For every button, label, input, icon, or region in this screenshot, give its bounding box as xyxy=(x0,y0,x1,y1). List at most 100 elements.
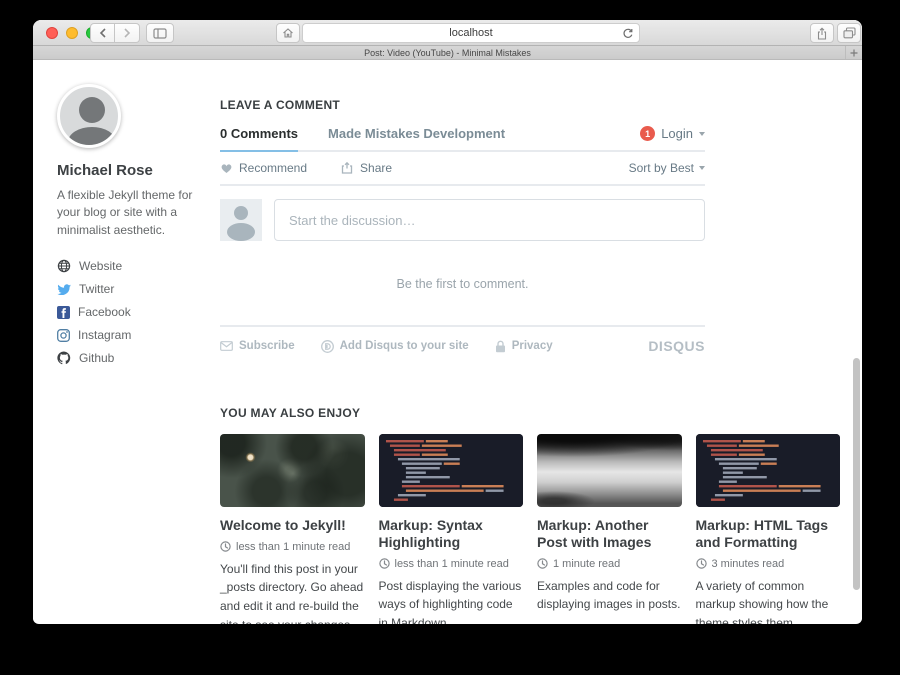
instagram-icon xyxy=(57,329,70,342)
disqus-footer: Subscribe Add Disqus to your site xyxy=(220,325,705,354)
recommend-button[interactable]: Recommend xyxy=(220,161,307,175)
privacy-link[interactable]: Privacy xyxy=(495,340,553,353)
home-icon xyxy=(282,27,294,39)
post-title[interactable]: Markup: HTML Tags and Formatting xyxy=(696,517,841,551)
post-thumbnail-code xyxy=(696,434,841,507)
clock-icon xyxy=(696,558,707,569)
comments-heading: LEAVE A COMMENT xyxy=(220,98,705,112)
add-disqus-link[interactable]: Add Disqus to your site xyxy=(321,340,469,353)
author-link-facebook[interactable]: Facebook xyxy=(57,305,213,319)
read-time: less than 1 minute read xyxy=(236,541,350,553)
author-avatar xyxy=(57,84,121,148)
author-link-label: Github xyxy=(79,351,114,365)
login-label: Login xyxy=(661,126,693,141)
author-link-label: Instagram xyxy=(78,328,131,342)
refresh-button[interactable] xyxy=(622,27,634,45)
read-time: less than 1 minute read xyxy=(395,558,509,570)
subscribe-label: Subscribe xyxy=(239,340,295,352)
author-link-label: Twitter xyxy=(79,282,114,296)
main-column: LEAVE A COMMENT 0 Comments Made Mistakes… xyxy=(220,98,840,624)
facebook-icon xyxy=(57,306,70,319)
author-name: Michael Rose xyxy=(57,162,213,179)
heart-icon xyxy=(220,162,233,174)
active-tab[interactable]: Post: Video (YouTube) - Minimal Mistakes xyxy=(364,48,531,58)
author-links: Website Twitter Facebook xyxy=(57,259,213,365)
related-card[interactable]: Welcome to Jekyll! less than 1 minute re… xyxy=(220,434,365,624)
post-meta: 1 minute read xyxy=(537,558,682,570)
close-window-button[interactable] xyxy=(46,27,58,39)
sort-by-best-dropdown[interactable]: Sort by Best xyxy=(629,161,705,175)
related-posts-section: YOU MAY ALSO ENJOY Welcome to Jekyll! le… xyxy=(220,406,840,624)
minimize-window-button[interactable] xyxy=(66,27,78,39)
read-time: 1 minute read xyxy=(553,558,620,570)
share-label: Share xyxy=(360,161,392,175)
author-bio: A flexible Jekyll theme for your blog or… xyxy=(57,187,213,239)
related-card[interactable]: Markup: HTML Tags and Formatting 3 minut… xyxy=(696,434,841,624)
clock-icon xyxy=(379,558,390,569)
post-thumbnail-trees xyxy=(537,434,682,507)
sort-label: Sort by Best xyxy=(629,161,694,175)
tab-comment-count[interactable]: 0 Comments xyxy=(220,126,298,141)
post-meta: less than 1 minute read xyxy=(220,541,365,553)
envelope-icon xyxy=(220,341,233,351)
notification-badge: 1 xyxy=(640,126,655,141)
safari-window: localhost Post: Video (YouTube) - Minima… xyxy=(33,20,862,624)
github-icon xyxy=(57,351,71,365)
recommend-label: Recommend xyxy=(239,161,307,175)
back-button[interactable] xyxy=(90,23,115,43)
share-icon xyxy=(816,27,828,40)
clock-icon xyxy=(537,558,548,569)
related-card[interactable]: Markup: Another Post with Images 1 minut… xyxy=(537,434,682,624)
tab-overview-button[interactable] xyxy=(837,23,861,43)
add-disqus-label: Add Disqus to your site xyxy=(340,340,469,352)
subscribe-link[interactable]: Subscribe xyxy=(220,340,295,352)
post-title[interactable]: Markup: Syntax Highlighting xyxy=(379,517,524,551)
post-title[interactable]: Markup: Another Post with Images xyxy=(537,517,682,551)
address-bar[interactable]: localhost xyxy=(302,23,640,43)
read-time: 3 minutes read xyxy=(712,558,785,570)
author-link-label: Facebook xyxy=(78,305,131,319)
post-excerpt: A variety of common markup showing how t… xyxy=(696,577,841,624)
author-link-github[interactable]: Github xyxy=(57,351,213,365)
post-excerpt: You'll find this post in your _posts dir… xyxy=(220,560,365,624)
post-thumbnail-foam xyxy=(220,434,365,507)
tab-community[interactable]: Made Mistakes Development xyxy=(328,126,505,141)
disqus-tab-row: 0 Comments Made Mistakes Development 1 L… xyxy=(220,126,705,152)
desktop: { "browser": { "url": "localhost", "tab_… xyxy=(0,0,900,675)
empty-comments-message: Be the first to comment. xyxy=(220,277,705,291)
globe-icon xyxy=(57,259,71,273)
tab-bar: Post: Video (YouTube) - Minimal Mistakes xyxy=(33,46,862,60)
post-meta: 3 minutes read xyxy=(696,558,841,570)
tabs-icon xyxy=(843,27,856,39)
post-title[interactable]: Welcome to Jekyll! xyxy=(220,517,365,534)
disqus-action-row: Recommend Share Sort by Best xyxy=(220,152,705,186)
browser-toolbar: localhost xyxy=(33,20,862,46)
plus-icon xyxy=(850,49,858,57)
author-profile: Michael Rose A flexible Jekyll theme for… xyxy=(57,84,213,374)
disqus-icon xyxy=(321,340,334,353)
author-link-twitter[interactable]: Twitter xyxy=(57,282,213,296)
scrollbar[interactable] xyxy=(853,358,860,590)
refresh-icon xyxy=(622,27,634,40)
clock-icon xyxy=(220,541,231,552)
chevron-down-icon xyxy=(699,132,705,136)
new-tab-button[interactable] xyxy=(845,46,862,59)
post-thumbnail-code xyxy=(379,434,524,507)
related-heading: YOU MAY ALSO ENJOY xyxy=(220,406,840,420)
share-arrow-icon xyxy=(341,162,354,174)
disqus-logo: DISQUS xyxy=(648,338,705,354)
forward-button[interactable] xyxy=(115,23,140,43)
comment-input[interactable] xyxy=(274,199,705,241)
login-control[interactable]: 1 Login xyxy=(640,126,705,141)
sidebar-toggle-button[interactable] xyxy=(146,23,174,43)
author-link-website[interactable]: Website xyxy=(57,259,213,273)
related-card[interactable]: Markup: Syntax Highlighting less than 1 … xyxy=(379,434,524,624)
post-meta: less than 1 minute read xyxy=(379,558,524,570)
post-excerpt: Post displaying the various ways of high… xyxy=(379,577,524,624)
share-button[interactable] xyxy=(810,23,834,43)
home-button[interactable] xyxy=(276,23,300,43)
author-link-instagram[interactable]: Instagram xyxy=(57,328,213,342)
page-content: Michael Rose A flexible Jekyll theme for… xyxy=(33,60,862,623)
share-comments-button[interactable]: Share xyxy=(341,161,392,175)
twitter-icon xyxy=(57,283,71,295)
